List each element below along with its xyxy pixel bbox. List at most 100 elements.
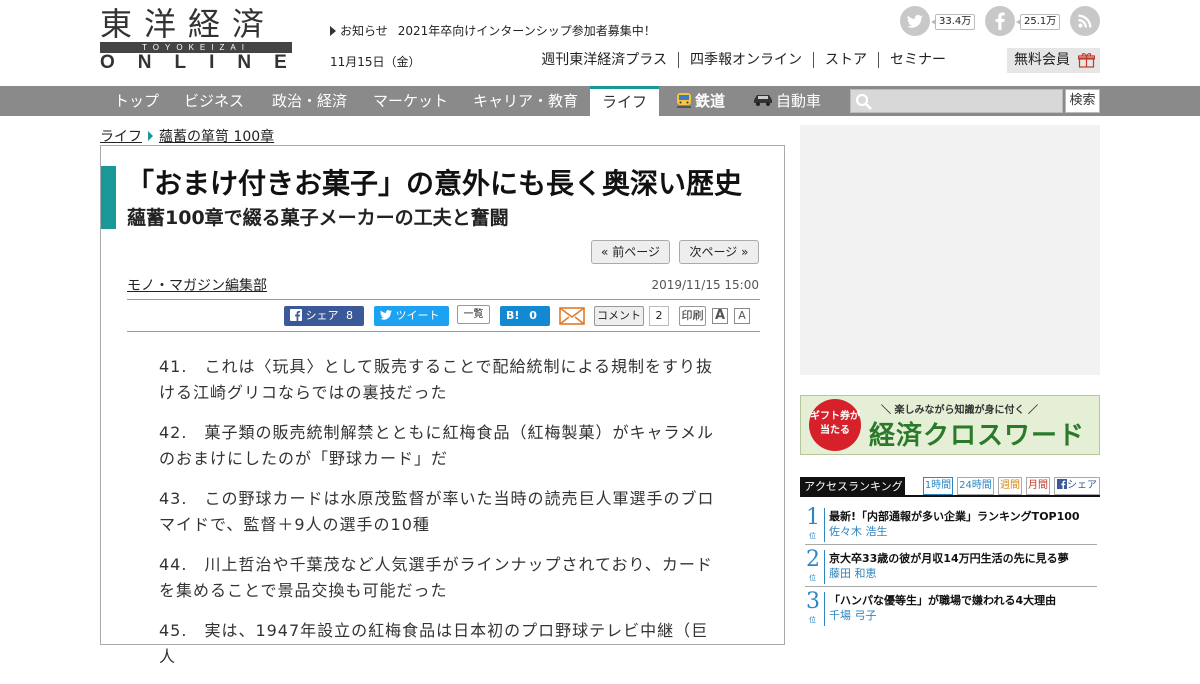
train-icon [677, 93, 691, 108]
current-date: 11月15日（金） [330, 55, 421, 69]
facebook-icon [1057, 479, 1067, 489]
share-top-rule [127, 299, 760, 300]
rank-divider [824, 592, 825, 626]
site-logo[interactable]: 東洋経済 TOYOKEIZAI ONLINE [100, 5, 310, 73]
site-header: 東洋経済 TOYOKEIZAI ONLINE お知らせ 2021年卒向けインターン… [0, 0, 1200, 86]
breadcrumb-series[interactable]: 蘊蓄の箪笥 100章 [159, 129, 274, 145]
rank-rule [805, 544, 1097, 545]
logo-online: ONLINE [100, 52, 310, 73]
ranking-item[interactable]: 1 位 最新!「内部通報が多い企業」ランキングTOP100 佐々木 浩生 [800, 504, 1100, 545]
link-seminar[interactable]: セミナー [878, 52, 957, 68]
nav-market[interactable]: マーケット [373, 86, 448, 116]
hatena-bookmark-button[interactable]: B! 0 [500, 306, 550, 326]
article-paragraph: 43. この野球カードは水原茂監督が率いた当時の読売巨人軍選手のブロマイドで、監… [159, 489, 715, 534]
prev-page-button[interactable]: « 前ページ [591, 240, 670, 264]
twitter-count: 33.4万 [930, 14, 976, 30]
rss-icon [1070, 6, 1100, 36]
comment-count: 2 [649, 306, 669, 326]
rank-divider [824, 508, 825, 542]
facebook-icon [290, 309, 302, 321]
rank-number: 3 [806, 589, 820, 614]
free-member-label: 無料会員 [1014, 52, 1070, 68]
service-links: 週刊東洋経済プラス 四季報オンライン ストア セミナー [530, 52, 957, 68]
notice-link[interactable]: お知らせ 2021年卒向けインターンシップ参加者募集中！ [330, 22, 656, 39]
gift-badge: ギフト券が当たる [809, 399, 861, 451]
article-title: 「おまけ付きお菓子」の意外にも長く奥深い歴史 [126, 167, 743, 200]
banner-tagline: ＼ 楽しみながら知識が身に付く ／ [881, 405, 1038, 416]
ranking-tab-weekly[interactable]: 週間 [998, 477, 1022, 495]
nav-railway[interactable]: 鉄道 [675, 86, 725, 116]
ranking-item[interactable]: 2 位 京大卒33歳の彼が月収14万円生活の先に見る夢 藤田 和恵 [800, 546, 1100, 587]
next-page-button[interactable]: 次ページ » [679, 240, 759, 264]
tweet-button[interactable]: ツイート [374, 306, 449, 326]
article-paragraph: 44. 川上哲治や千葉茂など人気選手がラインナップされており、カードを集めること… [159, 555, 713, 600]
facebook-count: 25.1万 [1015, 14, 1061, 30]
facebook-share-count: 8 [346, 309, 353, 322]
banner-headline: 経済クロスワード [869, 421, 1086, 451]
title-accent-bar [101, 166, 116, 229]
tweet-label: ツイート [395, 309, 440, 322]
nav-politics-economy[interactable]: 政治・経済 [272, 86, 347, 116]
main-nav: トップ ビジネス 政治・経済 マーケット キャリア・教育 ライフ 鉄道 自動車 … [0, 86, 1200, 116]
notice-label: お知らせ [340, 24, 388, 38]
ranking-tab-1h[interactable]: 1時間 [923, 477, 953, 495]
rank-rule [805, 586, 1097, 587]
facebook-share-label: シェア [305, 309, 339, 322]
rank-headline[interactable]: 「ハンパな優等生」が職場で嫌われる4大理由 [829, 592, 1056, 608]
rank-number: 2 [806, 547, 820, 572]
free-member-button[interactable]: 無料会員 [1007, 48, 1100, 73]
nav-automobile[interactable]: 自動車 [752, 86, 821, 116]
rank-position-label: 位 [809, 616, 816, 624]
notice-text: 2021年卒向けインターンシップ参加者募集中！ [397, 24, 656, 38]
ranking-tab-share-label: シェア [1067, 480, 1097, 491]
font-large-button[interactable]: A [712, 308, 728, 324]
article-paragraph: 41. これは〈玩具〉として販売することで配給統制による規制をすり抜ける江崎グリ… [159, 357, 714, 402]
access-ranking: アクセスランキング 1時間 24時間 週間 月間 シェア 1 位 最新!「内部通… [800, 477, 1100, 637]
logo-kanji: 東洋経済 [100, 5, 277, 43]
link-shikiho[interactable]: 四季報オンライン [678, 52, 813, 68]
link-store[interactable]: ストア [813, 52, 878, 68]
search-icon [855, 93, 872, 110]
rank-author[interactable]: 佐々木 浩生 [829, 523, 888, 539]
share-bottom-rule [127, 331, 760, 332]
breadcrumb-life[interactable]: ライフ [100, 129, 142, 145]
rank-headline[interactable]: 京大卒33歳の彼が月収14万円生活の先に見る夢 [829, 550, 1069, 566]
nav-automobile-label: 自動車 [776, 92, 822, 110]
tweet-list-button[interactable]: 一覧 [457, 305, 490, 324]
link-weekly-plus[interactable]: 週刊東洋経済プラス [530, 52, 678, 68]
nav-life[interactable]: ライフ [590, 86, 660, 116]
facebook-share-button[interactable]: シェア 8 [284, 306, 364, 326]
article-author[interactable]: モノ・マガジン編集部 [127, 275, 267, 295]
ranking-tab-24h[interactable]: 24時間 [957, 477, 994, 495]
twitter-icon [380, 310, 392, 320]
ranking-tab-monthly[interactable]: 月間 [1026, 477, 1050, 495]
triangle-icon [330, 26, 336, 36]
crossword-banner[interactable]: ギフト券が当たる ＼ 楽しみながら知識が身に付く ／ 経済クロスワード [800, 395, 1100, 455]
rank-number: 1 [806, 505, 820, 530]
rank-author[interactable]: 千場 弓子 [829, 607, 877, 623]
rank-divider [824, 550, 825, 584]
font-small-button[interactable]: A [734, 308, 750, 324]
article-pubdate: 2019/11/15 15:00 [651, 278, 759, 292]
hatena-icon: B! [506, 309, 520, 322]
facebook-icon [985, 6, 1015, 36]
search-input[interactable] [850, 89, 1063, 113]
rank-author[interactable]: 藤田 和恵 [829, 565, 877, 581]
ranking-item[interactable]: 3 位 「ハンパな優等生」が職場で嫌われる4大理由 千場 弓子 [800, 588, 1100, 629]
rank-position-label: 位 [809, 574, 816, 582]
car-icon [754, 95, 772, 106]
hatena-count: 0 [529, 309, 537, 322]
print-button[interactable]: 印刷 [679, 306, 706, 326]
ranking-tab-share[interactable]: シェア [1054, 477, 1100, 495]
article-box: 「おまけ付きお菓子」の意外にも長く奥深い歴史 蘊蓄100章で綴る菓子メーカーの工… [100, 145, 785, 666]
mail-icon[interactable] [559, 306, 585, 326]
nav-business[interactable]: ビジネス [184, 86, 244, 116]
article-subtitle: 蘊蓄100章で綴る菓子メーカーの工夫と奮闘 [127, 207, 509, 229]
nav-career-education[interactable]: キャリア・教育 [473, 86, 578, 116]
article-paragraph: 42. 菓子類の販売統制解禁とともに紅梅食品（紅梅製菓）がキャラメルのおまけにし… [159, 423, 714, 468]
nav-top[interactable]: トップ [114, 86, 159, 116]
search-button[interactable]: 検索 [1065, 89, 1100, 113]
breadcrumb-separator-icon [148, 131, 153, 141]
comment-button[interactable]: コメント [594, 306, 644, 326]
rank-headline[interactable]: 最新!「内部通報が多い企業」ランキングTOP100 [829, 508, 1080, 524]
